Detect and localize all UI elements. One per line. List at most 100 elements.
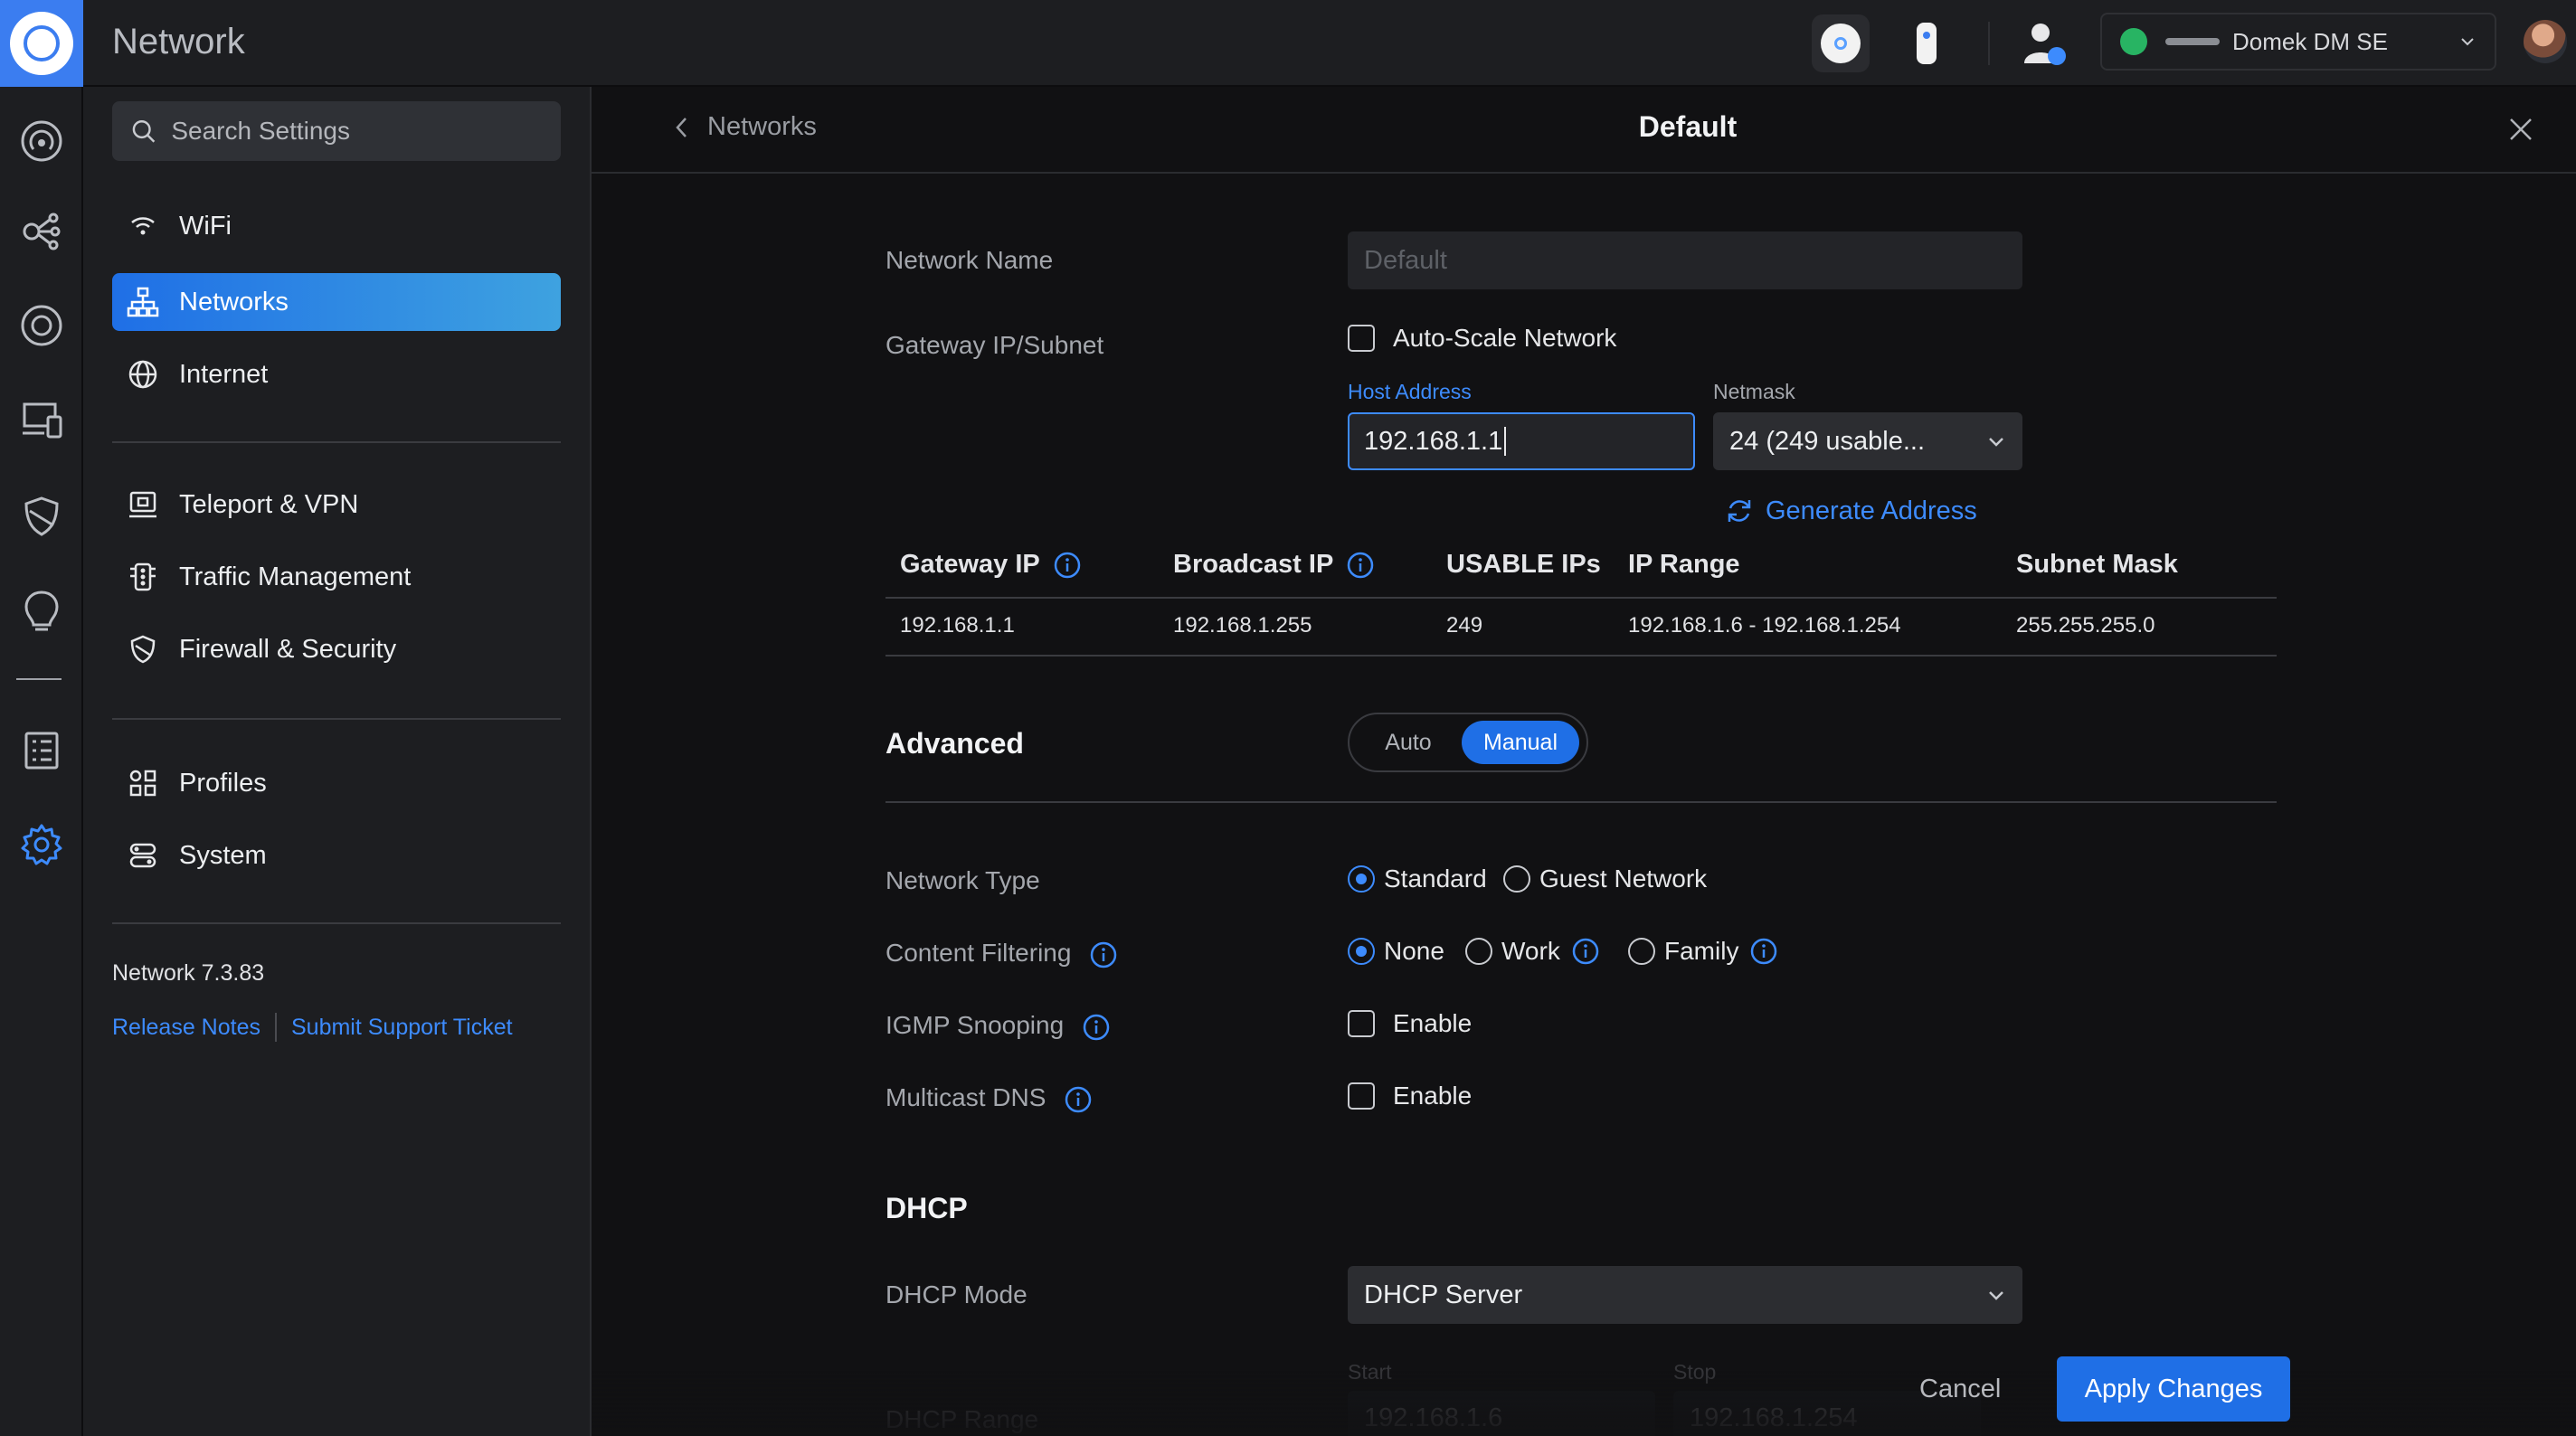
netmask-select[interactable]: 24 (249 usable...	[1713, 412, 2022, 470]
app-title: Network	[112, 22, 245, 61]
app-logo-icon[interactable]	[0, 0, 83, 87]
info-icon[interactable]	[1064, 1085, 1093, 1114]
none-label: None	[1384, 937, 1444, 965]
sidebar-item-label: Firewall & Security	[179, 634, 397, 664]
globe-icon	[127, 358, 159, 391]
profiles-icon	[127, 767, 159, 799]
dhcp-start-input[interactable]: 192.168.1.6	[1348, 1391, 1655, 1436]
host-address-input[interactable]: 192.168.1.1	[1348, 412, 1695, 470]
sidebar-item-teleport-vpn[interactable]: Teleport & VPN	[112, 476, 561, 534]
sidebar-item-traffic-management[interactable]: Traffic Management	[112, 548, 561, 606]
dhcp-stop-value: 192.168.1.254	[1690, 1403, 1858, 1432]
security-shield-icon[interactable]	[16, 490, 67, 541]
sidebar-item-internet[interactable]: Internet	[112, 345, 561, 403]
network-type-guest-radio[interactable]: Guest Network	[1503, 864, 1707, 893]
info-icon[interactable]	[1082, 1013, 1111, 1042]
mesh-device-icon[interactable]	[1898, 14, 1956, 72]
network-type-standard-radio[interactable]: Standard	[1348, 864, 1487, 893]
close-icon[interactable]	[2505, 114, 2536, 145]
auto-scale-checkbox[interactable]: Auto-Scale Network	[1348, 324, 1616, 353]
guest-label: Guest Network	[1539, 864, 1708, 893]
logs-icon[interactable]	[16, 725, 67, 776]
top-bar: Network Domek DM SE	[0, 0, 2576, 87]
topology-icon[interactable]	[16, 206, 67, 257]
network-name-label: Network Name	[886, 246, 1054, 274]
apply-changes-button[interactable]: Apply Changes	[2057, 1356, 2290, 1422]
settings-sidebar: WiFi Networks Internet Teleport & VPN Tr…	[83, 87, 592, 1436]
dhcp-start-value: 192.168.1.6	[1364, 1403, 1503, 1432]
content-filtering-label: Content Filtering	[886, 939, 1118, 969]
advanced-manual-option[interactable]: Manual	[1462, 721, 1579, 764]
content-filter-family-radio[interactable]: Family	[1628, 937, 1778, 966]
col-ip-range: IP Range	[1628, 550, 1740, 579]
shield-icon	[127, 633, 159, 666]
refresh-icon	[1728, 500, 1751, 522]
page-title: Default	[1638, 110, 1738, 143]
sidebar-item-firewall-security[interactable]: Firewall & Security	[112, 620, 561, 678]
client-devices-icon[interactable]	[16, 394, 67, 445]
teleport-icon	[127, 488, 159, 521]
sidebar-item-profiles[interactable]: Profiles	[112, 754, 561, 812]
user-admin-icon[interactable]	[2017, 16, 2071, 71]
content-filter-none-radio[interactable]: None	[1348, 937, 1444, 966]
settings-gear-icon[interactable]	[16, 819, 67, 870]
dashboard-icon[interactable]	[16, 116, 67, 166]
insights-bulb-icon[interactable]	[16, 584, 67, 635]
search-input[interactable]	[171, 117, 543, 146]
netmask-value: 24 (249 usable...	[1729, 426, 1926, 456]
info-icon[interactable]	[1749, 937, 1778, 966]
dhcp-start-label: Start	[1348, 1360, 1392, 1384]
sidebar-item-wifi[interactable]: WiFi	[112, 197, 561, 255]
mdns-enable-label: Enable	[1393, 1082, 1473, 1110]
info-icon[interactable]	[1053, 551, 1082, 580]
cancel-button[interactable]: Cancel	[1919, 1375, 2001, 1404]
site-selector[interactable]: Domek DM SE	[2100, 13, 2496, 71]
sidebar-item-label: Profiles	[179, 768, 267, 798]
table-bottom-divider	[886, 655, 2277, 657]
sidebar-item-system[interactable]: System	[112, 827, 561, 884]
avatar[interactable]	[2524, 20, 2567, 63]
access-point-device-icon[interactable]	[1812, 14, 1870, 72]
link-divider	[274, 1013, 277, 1042]
cell-ip-range: 192.168.1.6 - 192.168.1.254	[1628, 613, 1901, 638]
dhcp-mode-select[interactable]: DHCP Server	[1348, 1266, 2022, 1324]
col-broadcast-ip-label: Broadcast IP	[1173, 550, 1334, 579]
mdns-enable-checkbox[interactable]: Enable	[1348, 1082, 1472, 1110]
col-subnet-mask: Subnet Mask	[2016, 550, 2178, 579]
host-address-label: Host Address	[1348, 380, 1472, 403]
devices-icon[interactable]	[16, 300, 67, 351]
sidebar-links: Release Notes Submit Support Ticket	[112, 1013, 513, 1042]
sidebar-item-label: System	[179, 840, 267, 870]
chevron-down-icon	[2461, 38, 2474, 46]
topbar-divider	[1988, 22, 1990, 65]
info-icon[interactable]	[1571, 937, 1600, 966]
igmp-enable-checkbox[interactable]: Enable	[1348, 1009, 1472, 1038]
info-icon[interactable]	[1346, 551, 1375, 580]
radio-selected-icon	[1348, 938, 1375, 965]
dhcp-mode-value: DHCP Server	[1364, 1280, 1523, 1309]
family-label: Family	[1664, 937, 1739, 965]
network-name-field[interactable]: Default	[1348, 231, 2022, 289]
gateway-device-icon	[2165, 38, 2220, 45]
info-icon[interactable]	[1089, 940, 1118, 969]
igmp-enable-label: Enable	[1393, 1009, 1473, 1037]
text-caret	[1504, 427, 1507, 456]
sidebar-item-label: Internet	[179, 359, 269, 389]
search-icon	[132, 120, 156, 143]
wifi-icon	[127, 210, 159, 242]
content-filter-work-radio[interactable]: Work	[1465, 937, 1600, 966]
generate-address-button[interactable]: Generate Address	[1724, 496, 1977, 526]
cell-usable-ips: 249	[1446, 613, 1483, 638]
sidebar-item-networks[interactable]: Networks	[112, 273, 561, 331]
traffic-icon	[127, 561, 159, 593]
search-box[interactable]	[112, 101, 561, 161]
advanced-auto-option[interactable]: Auto	[1355, 721, 1462, 764]
support-ticket-link[interactable]: Submit Support Ticket	[291, 1015, 513, 1041]
col-gateway-ip: Gateway IP	[900, 550, 1082, 580]
checkbox-icon	[1348, 1082, 1375, 1110]
system-icon	[127, 839, 159, 872]
advanced-section-title: Advanced	[886, 727, 1024, 760]
dhcp-section-title: DHCP	[886, 1192, 968, 1224]
release-notes-link[interactable]: Release Notes	[112, 1015, 260, 1041]
checkbox-icon	[1348, 325, 1375, 352]
